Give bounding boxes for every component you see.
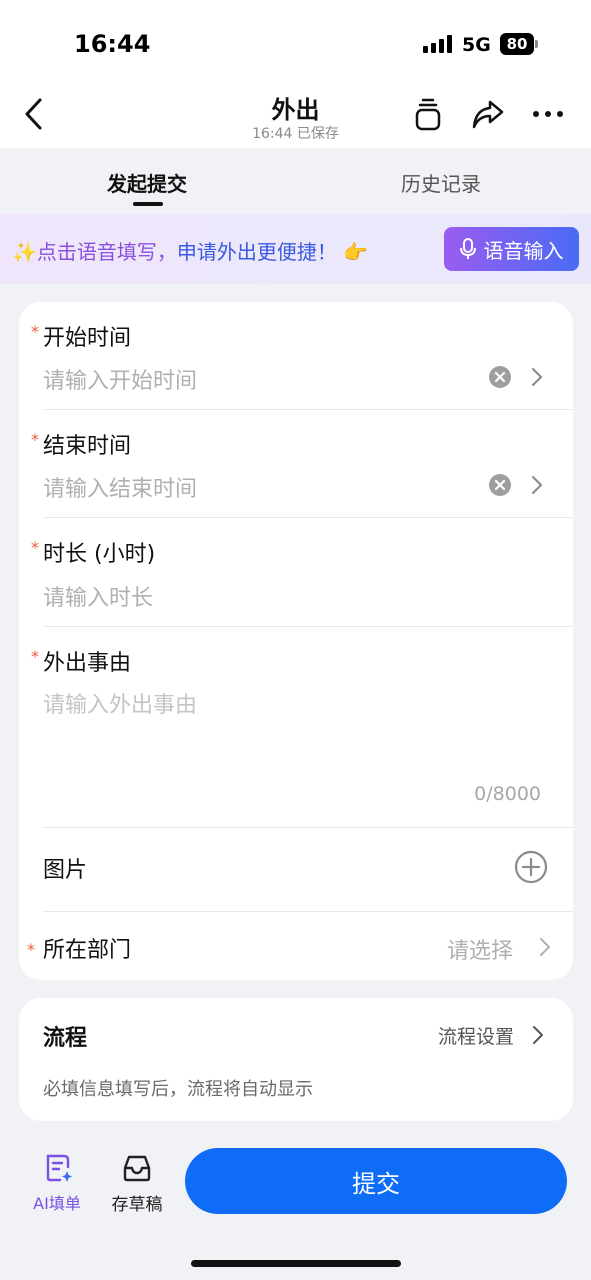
flow-title: 流程 — [43, 1026, 88, 1051]
start-time-input[interactable]: 请输入开始时间 — [43, 363, 197, 395]
share-icon — [472, 100, 504, 129]
flow-hint: 必填信息填写后，流程将自动显示 — [43, 1079, 313, 1100]
banner-text: ✨点击语音填写，申请外出更便捷！ 👉 — [12, 236, 368, 265]
more-button[interactable] — [530, 96, 566, 132]
department-select[interactable]: 请选择 — [447, 933, 513, 965]
stack-icon — [415, 98, 441, 131]
duration-label: 时长 (小时) — [43, 542, 156, 567]
inbox-icon — [123, 1155, 151, 1182]
required-mark: * — [27, 940, 35, 959]
voice-banner: ✨点击语音填写，申请外出更便捷！ 👉 语音输入 — [0, 214, 591, 284]
battery-icon: 80 — [500, 33, 538, 55]
flow-card: 流程 流程设置 必填信息填写后，流程将自动显示 — [19, 998, 573, 1121]
more-dots-icon — [533, 111, 563, 117]
banner-text-1: 点击语音填写， — [36, 240, 177, 264]
chevron-right-icon — [533, 1026, 543, 1044]
save-draft-label: 存草稿 — [111, 1195, 163, 1215]
required-mark: * — [31, 538, 39, 557]
images-field: 图片 — [19, 828, 573, 912]
department-label: 所在部门 — [43, 938, 132, 963]
required-mark: * — [31, 430, 39, 449]
duration-input[interactable]: 请输入时长 — [43, 580, 153, 612]
reason-textarea[interactable]: 请输入外出事由 — [43, 687, 197, 719]
clear-icon[interactable] — [489, 474, 511, 496]
tab-indicator — [133, 202, 163, 206]
network-label: 5G — [462, 34, 491, 56]
start-time-field[interactable]: * 开始时间 请输入开始时间 — [19, 302, 573, 410]
save-draft-button[interactable]: 存草稿 — [107, 1150, 167, 1216]
start-time-label: 开始时间 — [43, 326, 132, 351]
status-time: 16:44 — [74, 30, 151, 58]
images-label: 图片 — [43, 858, 88, 883]
chevron-right-icon — [532, 476, 542, 494]
flow-settings-link[interactable]: 流程设置 — [438, 1022, 514, 1049]
submit-button[interactable]: 提交 — [185, 1148, 567, 1214]
end-time-label: 结束时间 — [43, 434, 132, 459]
add-image-icon[interactable] — [514, 850, 548, 884]
voice-input-label: 语音输入 — [483, 238, 564, 263]
form-card: * 开始时间 请输入开始时间 * 结束时间 请输入结束时间 * 时长 (小时) … — [19, 302, 573, 980]
banner-text-2: 申请外出更便捷！ — [176, 240, 337, 264]
ai-fill-label: AI填单 — [33, 1194, 81, 1213]
copy-button[interactable] — [410, 96, 446, 132]
end-time-input[interactable]: 请输入结束时间 — [43, 471, 197, 503]
reason-field[interactable]: * 外出事由 请输入外出事由 0/8000 — [19, 627, 573, 828]
bottom-actions: AI填单 存草稿 提交 — [19, 1138, 573, 1228]
duration-field[interactable]: * 时长 (小时) 请输入时长 — [19, 518, 573, 627]
chevron-right-icon — [540, 938, 550, 956]
tab-submit[interactable]: 发起提交 — [107, 168, 187, 197]
chevron-right-icon — [532, 368, 542, 386]
share-button[interactable] — [470, 96, 506, 132]
reason-label: 外出事由 — [43, 651, 132, 676]
required-mark: * — [31, 647, 39, 666]
signal-icon — [423, 35, 453, 53]
microphone-icon — [459, 238, 476, 259]
clear-icon[interactable] — [489, 366, 511, 388]
status-bar: 16:44 5G 80 — [0, 0, 591, 84]
nav-bar: 外出 16:44 已保存 — [0, 84, 591, 148]
sparkle-icon: ✨ — [12, 240, 37, 264]
tab-history[interactable]: 历史记录 — [401, 168, 481, 197]
end-time-field[interactable]: * 结束时间 请输入结束时间 — [19, 410, 573, 518]
required-mark: * — [31, 322, 39, 341]
char-counter: 0/8000 — [474, 783, 541, 805]
ai-fill-button[interactable]: AI填单 — [29, 1150, 85, 1216]
tab-bar: 发起提交 历史记录 — [0, 148, 591, 214]
battery-level: 80 — [500, 33, 534, 55]
voice-input-button[interactable]: 语音输入 — [444, 227, 579, 271]
pointing-hand-icon: 👉 — [343, 240, 369, 264]
ai-form-icon — [46, 1154, 72, 1182]
bottom-bar: AI填单 存草稿 提交 — [0, 1138, 591, 1280]
department-field[interactable]: * 所在部门 请选择 — [19, 912, 573, 980]
home-indicator — [191, 1260, 401, 1267]
